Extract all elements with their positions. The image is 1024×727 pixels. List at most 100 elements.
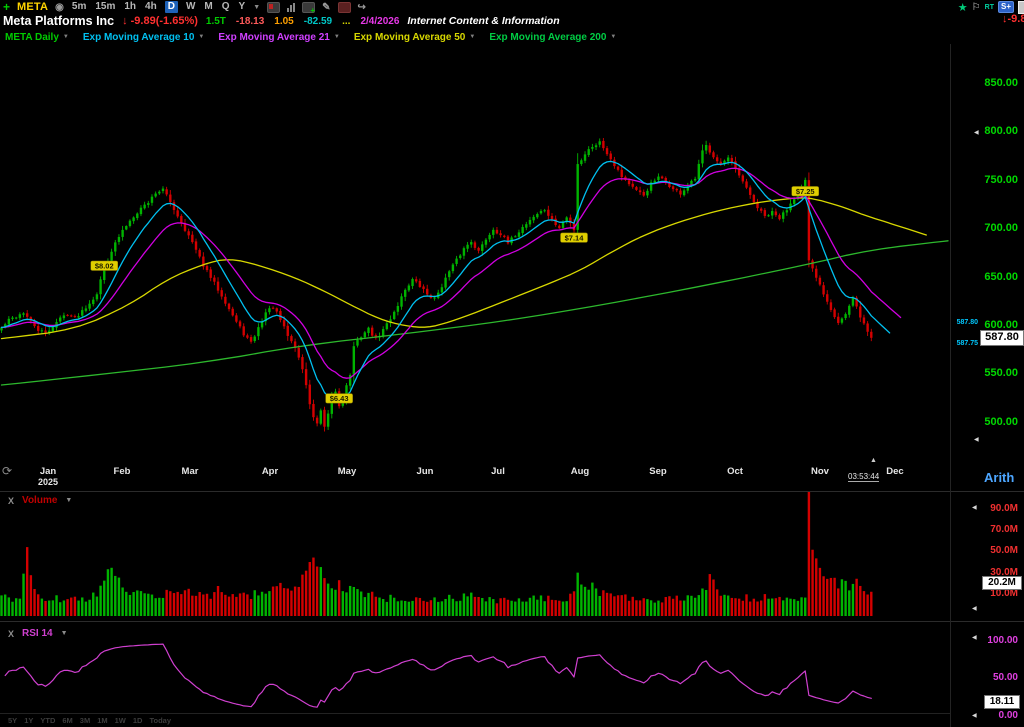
- month-label-Oct: Oct: [713, 466, 757, 477]
- company-name: Meta Platforms Inc: [3, 14, 114, 28]
- range-button-3M[interactable]: 3M: [80, 716, 90, 725]
- price-chart[interactable]: $8.02$6.43$7.14$7.25: [0, 44, 950, 462]
- month-text: Apr: [262, 466, 278, 477]
- scale-marker-icon: ◀: [972, 713, 977, 719]
- timeframe-dropdown-icon[interactable]: ▼: [253, 4, 260, 11]
- timeframe-button-Y[interactable]: Y: [238, 1, 247, 13]
- rsi-axis-label-0.00: 0.00: [952, 710, 1018, 721]
- month-label-Aug: Aug: [558, 466, 602, 477]
- range-button-1D[interactable]: 1D: [133, 716, 143, 725]
- svg-text:$7.25: $7.25: [796, 187, 815, 196]
- legend-dropdown-icon[interactable]: ▼: [63, 34, 69, 40]
- range-button-1Y[interactable]: 1Y: [24, 716, 33, 725]
- month-label-Jan: Jan2025: [26, 466, 70, 487]
- scale-marker-icon: ◀: [974, 130, 979, 136]
- share-icon[interactable]: ↪: [358, 2, 366, 13]
- legend-item-0[interactable]: META Daily ▼: [5, 32, 69, 43]
- realtime-flag-icon: ⚐: [972, 2, 981, 13]
- scale-marker-icon: ◀: [972, 505, 977, 511]
- scale-divider: [950, 44, 951, 727]
- month-label-Mar: Mar: [168, 466, 212, 477]
- volume-dropdown-icon[interactable]: ▼: [65, 497, 72, 504]
- month-label-Feb: Feb: [100, 466, 144, 477]
- scale-type-label[interactable]: Arith: [984, 470, 1014, 485]
- legend-item-4[interactable]: Exp Moving Average 200 ▼: [489, 32, 616, 43]
- range-buttons: 5Y 1Y YTD 6M 3M 1M 1W 1D Today: [8, 716, 171, 725]
- legend-dropdown-icon[interactable]: ▼: [334, 34, 340, 40]
- timeframe-button-5m[interactable]: 5m: [71, 1, 87, 13]
- layouts-icon[interactable]: [338, 2, 351, 13]
- rsi-dropdown-icon[interactable]: ▼: [61, 630, 68, 637]
- range-button-YTD[interactable]: YTD: [40, 716, 55, 725]
- rsi-chart[interactable]: [0, 622, 950, 727]
- legend-item-2[interactable]: Exp Moving Average 21▼: [218, 32, 339, 43]
- quote-stat-2: 1.05: [274, 16, 293, 27]
- volume-chart[interactable]: [0, 492, 950, 621]
- month-label-Apr: Apr: [248, 466, 292, 477]
- toolbar-right-cluster: ★ ⚐ RT S+: [958, 0, 1024, 14]
- symbol-ticker[interactable]: META: [17, 1, 48, 13]
- add-symbol-icon[interactable]: +: [3, 0, 10, 14]
- price-down-arrow-icon: ↓: [122, 15, 128, 27]
- timeframe-button-15m[interactable]: 15m: [94, 1, 116, 13]
- scale-marker-icon: ◀: [972, 635, 977, 641]
- stream-plus-badge[interactable]: S+: [998, 1, 1014, 13]
- price-axis-label-700.00: 700.00: [952, 222, 1018, 234]
- timeframe-button-4h[interactable]: 4h: [144, 1, 158, 13]
- refresh-icon[interactable]: ⟳: [2, 464, 12, 478]
- draw-pencil-icon[interactable]: ✎: [322, 2, 330, 13]
- month-text: Jun: [417, 466, 434, 477]
- add-panel-icon[interactable]: +: [302, 2, 315, 13]
- range-button-5Y[interactable]: 5Y: [8, 716, 17, 725]
- scale-marker-icon: ◀: [972, 606, 977, 612]
- month-label-Jun: Jun: [403, 466, 447, 477]
- timeframe-button-D[interactable]: D: [165, 1, 178, 13]
- timeframe-button-M[interactable]: M: [203, 1, 213, 13]
- legend-item-label: META Daily: [5, 32, 59, 43]
- range-button-Today[interactable]: Today: [149, 716, 171, 725]
- legend-dropdown-icon[interactable]: ▼: [610, 34, 616, 40]
- sector-label: Internet Content & Information: [407, 15, 559, 27]
- legend-item-label: Exp Moving Average 200: [489, 32, 606, 43]
- range-button-6M[interactable]: 6M: [62, 716, 72, 725]
- volume-pane-title[interactable]: Volume: [22, 495, 57, 506]
- timeframe-button-W[interactable]: W: [185, 1, 196, 13]
- indicator-bars-icon[interactable]: [287, 3, 295, 12]
- rsi-pane-title[interactable]: RSI 14: [22, 628, 53, 639]
- volume-close-button[interactable]: X: [8, 496, 14, 506]
- scroll-indicator-icon[interactable]: ▲: [870, 457, 877, 464]
- legend-dropdown-icon[interactable]: ▼: [469, 34, 475, 40]
- svg-text:$8.02: $8.02: [95, 262, 114, 271]
- month-text: Nov: [811, 466, 829, 477]
- month-label-Jul: Jul: [476, 466, 520, 477]
- quote-stats: 1.5T-18.131.05-82.59...2/4/2026: [206, 16, 399, 27]
- legend-item-label: Exp Moving Average 10: [83, 32, 195, 43]
- last-volume-box: 20.2M: [982, 576, 1022, 590]
- month-label-Nov: Nov: [798, 466, 842, 477]
- chart-settings-icon[interactable]: [267, 2, 280, 13]
- news-icon[interactable]: ◉: [55, 2, 64, 13]
- legend-dropdown-icon[interactable]: ▼: [198, 34, 204, 40]
- series-legend: META Daily▼Exp Moving Average 10▼Exp Mov…: [5, 30, 1005, 44]
- month-text: Sep: [649, 466, 666, 477]
- timeframe-button-Q[interactable]: Q: [221, 1, 231, 13]
- rsi-close-button[interactable]: X: [8, 629, 14, 639]
- volume-axis-label-70.0M: 70.0M: [952, 524, 1018, 535]
- month-label-May: May: [325, 466, 369, 477]
- legend-item-3[interactable]: Exp Moving Average 50▼: [354, 32, 475, 43]
- pane-divider: [0, 713, 950, 714]
- timeframe-button-1h[interactable]: 1h: [123, 1, 137, 13]
- month-text: May: [338, 466, 356, 477]
- scale-marker-icon: ◀: [974, 437, 979, 443]
- clipped-quote-change: ↓-9.89(: [1002, 13, 1024, 29]
- range-button-1M[interactable]: 1M: [97, 716, 107, 725]
- legend-item-1[interactable]: Exp Moving Average 10▼: [83, 32, 204, 43]
- realtime-label: RT: [985, 4, 994, 11]
- month-text: Jul: [491, 466, 505, 477]
- svg-text:$6.43: $6.43: [330, 394, 349, 403]
- clipped-toolbar-icon[interactable]: [1018, 1, 1024, 14]
- bid-price: 587.80: [948, 319, 978, 326]
- range-button-1W[interactable]: 1W: [115, 716, 126, 725]
- favorite-star-icon[interactable]: ★: [958, 1, 968, 14]
- quote-stat-5: 2/4/2026: [360, 16, 399, 27]
